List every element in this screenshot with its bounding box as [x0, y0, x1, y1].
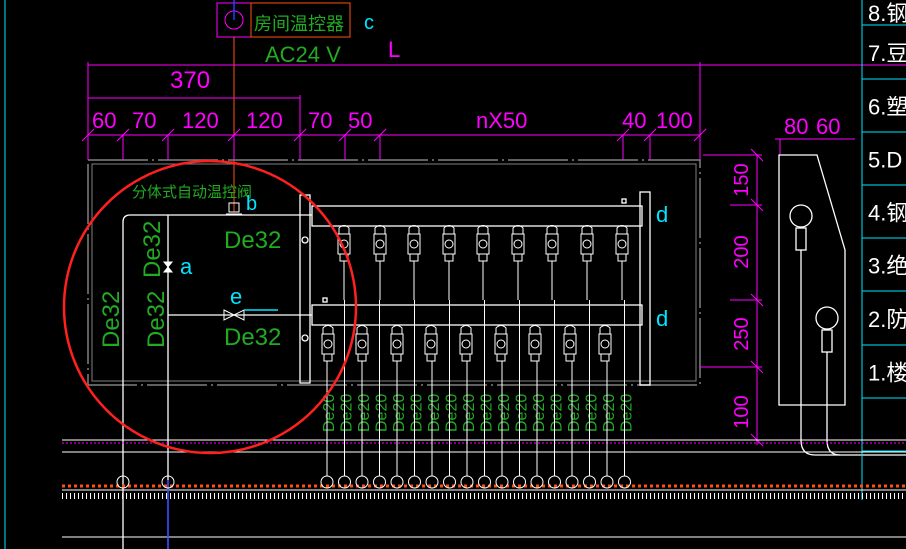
return-pipe-label: De32 [224, 324, 281, 351]
actuator-valve[interactable] [494, 325, 508, 362]
dimension-label: 70 [308, 108, 332, 133]
branch-pipe-label: De20 [601, 394, 618, 432]
legend-item: 8.钢 [868, 1, 906, 26]
box-width-dim: 80 [784, 114, 808, 139]
pipe-section-icon [600, 475, 614, 489]
tag-c: c [364, 12, 374, 34]
pipe-section-icon [408, 475, 421, 489]
branch-pipe-label: De20 [356, 394, 373, 432]
actuator-valve[interactable] [459, 325, 473, 362]
actuator-valve[interactable] [355, 325, 369, 362]
branch-labels: De20 De20 De20 De20 De20 De20 De20 De20 De20 De20… [321, 394, 636, 432]
tag-d-top: d [656, 202, 668, 227]
dimension-label: nX50 [476, 108, 527, 133]
vertical-pipe-label: De32 [139, 221, 166, 278]
tag-b: b [246, 193, 257, 215]
actuator-valve[interactable] [528, 325, 542, 362]
room-thermostat[interactable]: 房间温控器 [216, 0, 351, 38]
actuator-valve[interactable] [424, 325, 438, 362]
actuator-valve[interactable] [598, 325, 612, 362]
branch-pipe-label: De20 [409, 394, 426, 432]
right-dimension-lines [700, 138, 855, 445]
legend-item: 7.豆 [868, 41, 906, 66]
tag-e: e [230, 284, 242, 309]
branch-pipe-label: De20 [566, 394, 583, 432]
return-manifold [311, 304, 643, 326]
tag-a: a [180, 254, 193, 279]
actuator-valve[interactable] [321, 325, 335, 362]
branch-pipe-label: De20 [444, 394, 461, 432]
tag-d-bottom: d [656, 306, 668, 331]
dimension-label: 150 [731, 163, 753, 196]
actuator-valve[interactable] [407, 225, 421, 262]
dimension-label: 200 [731, 235, 753, 268]
actuator-valve[interactable] [563, 325, 577, 362]
dimension-label: 50 [348, 108, 372, 133]
manifolds [311, 191, 651, 386]
dimension-label: 120 [182, 108, 219, 133]
supply-manifold [311, 205, 643, 227]
pipe-section-icon [373, 475, 386, 489]
pipe-section-icon [390, 475, 404, 489]
branch-pipe-label: De20 [374, 394, 391, 432]
box-width-dim: 60 [816, 114, 840, 139]
branch-pipe-label: De20 [496, 394, 513, 432]
construction-layer-list: 8.钢 7.豆 6.塑 5.D 4.钢 3.绝 2.防 1.楼 [862, 1, 906, 452]
branch-pipe-label: De20 [584, 394, 601, 432]
branch-pipe-label: De20 [461, 394, 478, 432]
valve-title: 分体式自动温控阀 [132, 183, 252, 201]
actuator-valve[interactable] [442, 225, 456, 262]
pipe-section-icon [443, 475, 456, 489]
branch-pipe-label: De20 [479, 394, 496, 432]
actuator-valve[interactable] [511, 225, 525, 262]
branch-pipe-label: De20 [426, 394, 443, 432]
pipe-section-icon [425, 475, 439, 489]
actuator-valve[interactable] [337, 225, 351, 262]
top-dimension-labels: 60 70 120 120 70 50 nX50 40 100 [92, 108, 693, 133]
supply-pipe-label: De32 [224, 227, 281, 254]
tag-L: L [388, 37, 400, 62]
dimension-label: 60 [92, 108, 116, 133]
dimension-label: 70 [132, 108, 156, 133]
branch-pipe-label: De20 [531, 394, 548, 432]
top-dimension-ticks [81, 128, 707, 160]
branch-pipe-label: De20 [514, 394, 531, 432]
legend-item: 3.绝 [868, 254, 906, 279]
branch-pipe-label: De20 [619, 394, 636, 432]
dimension-label: 40 [622, 108, 646, 133]
branch-actuators [321, 225, 629, 362]
actuator-valve[interactable] [476, 225, 490, 262]
actuator-valve[interactable] [373, 225, 387, 262]
legend-item: 2.防 [868, 307, 906, 332]
gauge-icon [789, 204, 813, 228]
floor-heating-manifold-diagram: 房间温控器 c AC24 V L 370 60 70 120 120 70 50 nX50 4… [4, 0, 906, 549]
dimension-overall: 370 [170, 67, 210, 94]
legend-item: 4.钢 [868, 201, 906, 226]
legend-item: 1.楼 [868, 361, 906, 386]
branch-pipe-label: De20 [391, 394, 408, 432]
dimension-label: 250 [731, 317, 753, 350]
voltage-label: AC24 V [265, 42, 341, 67]
actuator-valve[interactable] [390, 325, 404, 362]
legend-item: 5.D [868, 148, 902, 173]
thermostat-label: 房间温控器 [254, 14, 344, 35]
dimension-label: 100 [731, 395, 753, 428]
pipe-section-icon [618, 475, 631, 489]
cad-drawing-canvas[interactable]: 房间温控器 c AC24 V L 370 60 70 120 120 70 50 nX50 4… [0, 0, 906, 549]
vertical-pipe-label: De32 [143, 291, 170, 348]
legend-item: 6.塑 [868, 95, 906, 120]
right-dimension-labels: 150 200 250 100 [731, 163, 753, 428]
dimension-label: 100 [656, 108, 693, 133]
gauge-icon [815, 306, 839, 330]
branch-pipe-label: De20 [549, 394, 566, 432]
dimension-label: 120 [246, 108, 283, 133]
actuator-valve[interactable] [545, 225, 559, 262]
actuator-valve[interactable] [615, 225, 629, 262]
pipe-section-icon [583, 475, 596, 489]
actuator-valve[interactable] [580, 225, 594, 262]
branch-pipe-label: De20 [339, 394, 356, 432]
vertical-pipe-label: De32 [98, 291, 125, 348]
